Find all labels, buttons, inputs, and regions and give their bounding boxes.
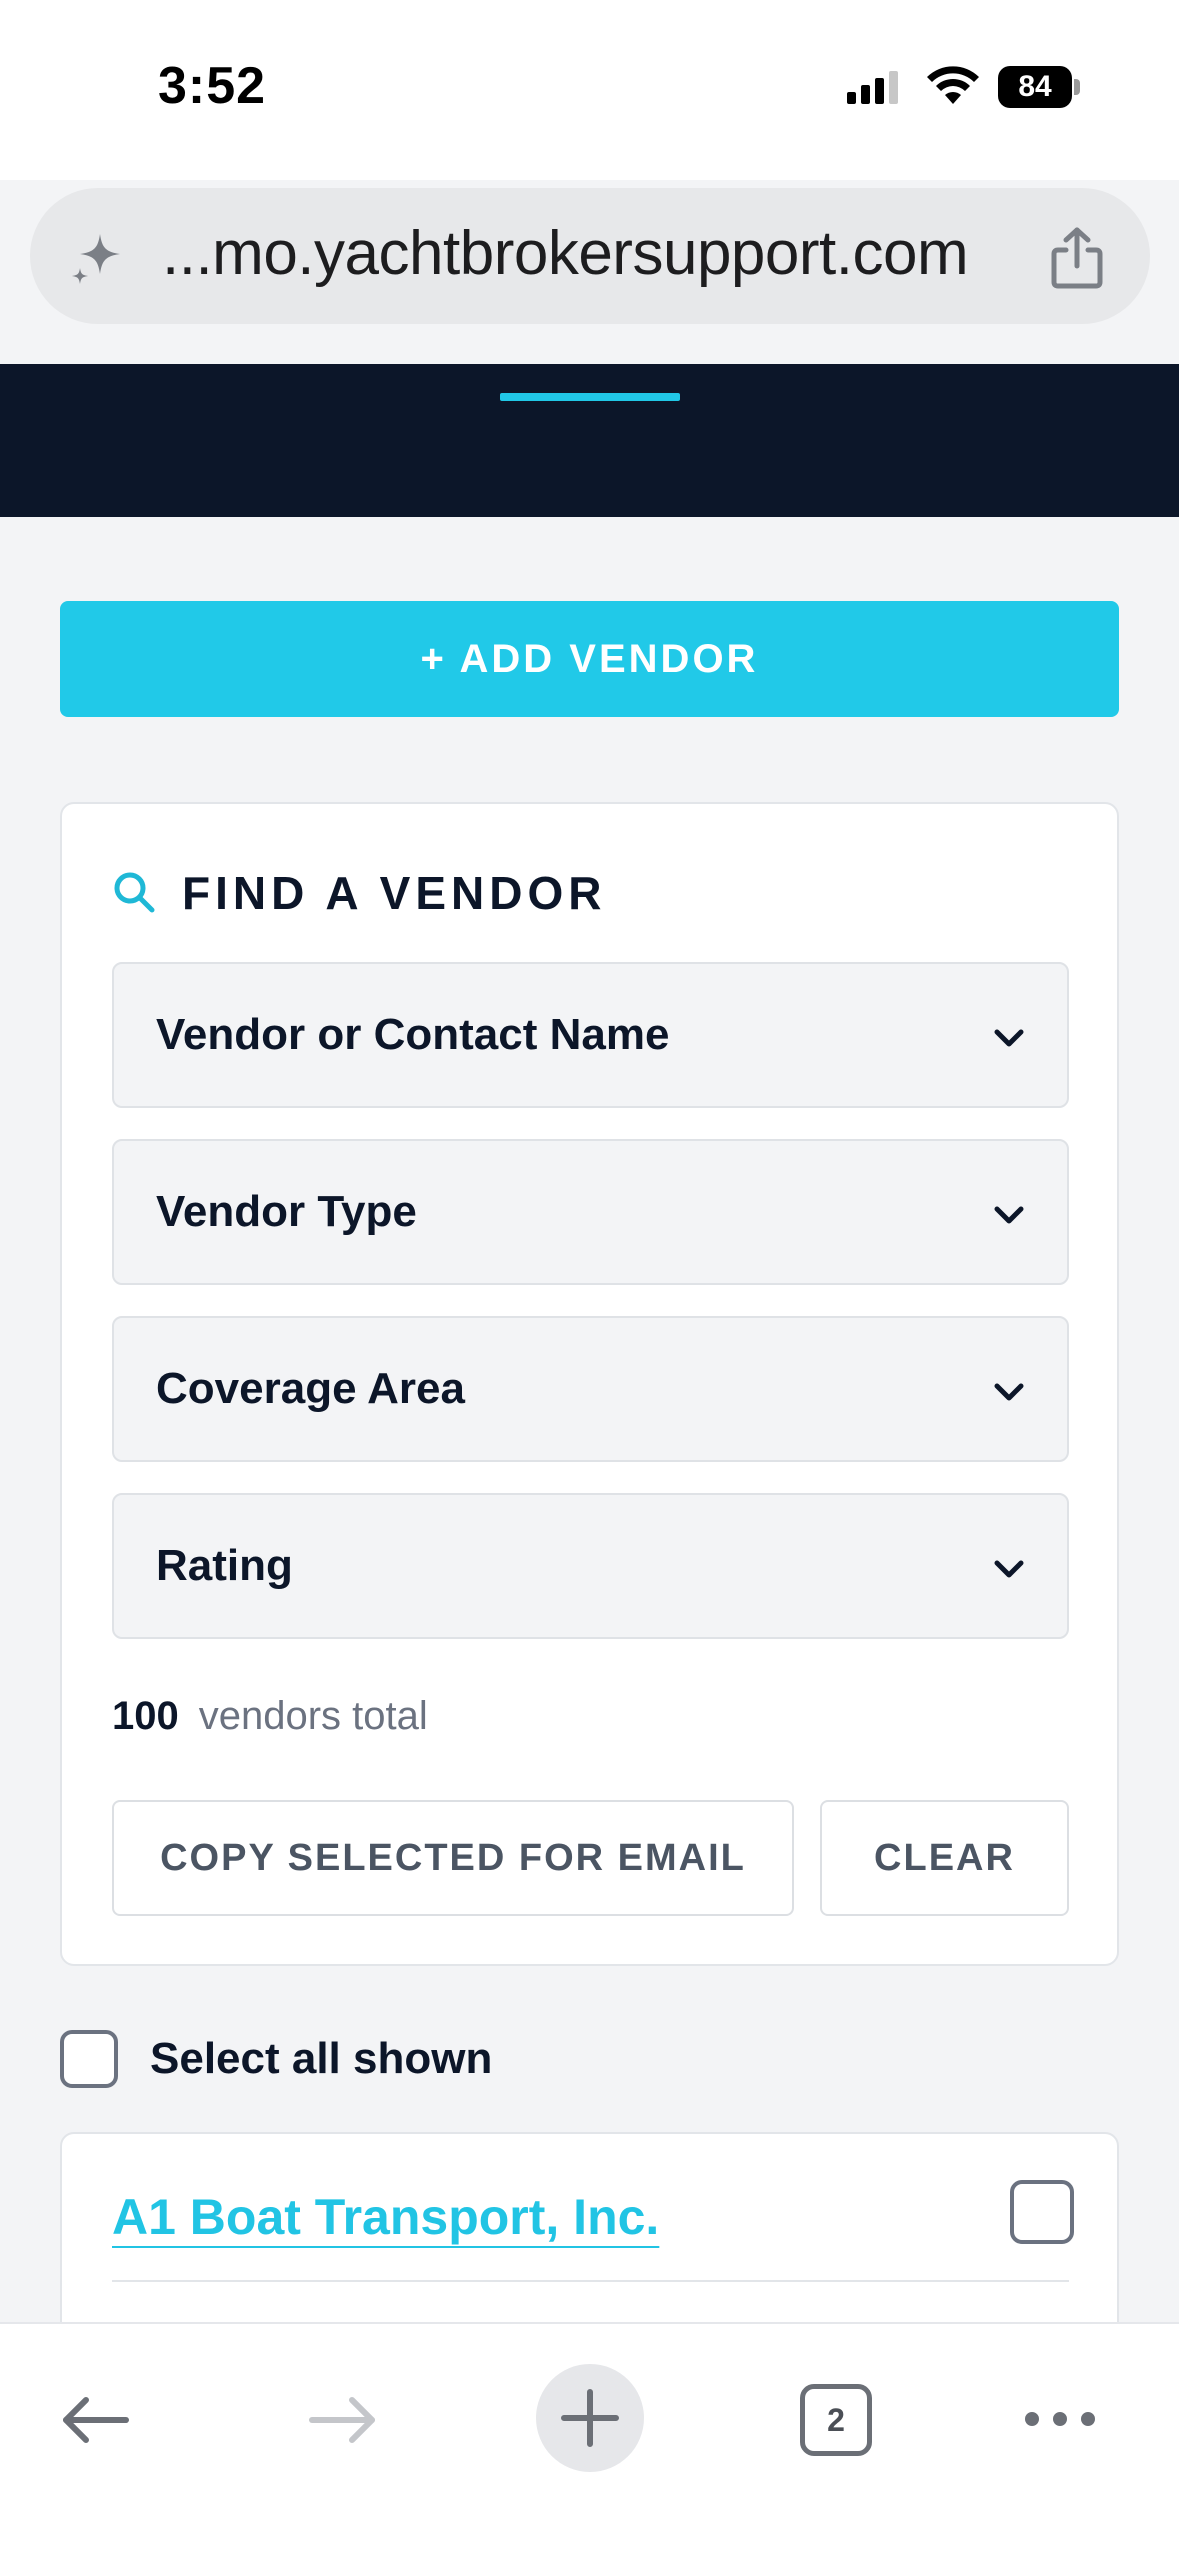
divider <box>112 2280 1069 2282</box>
rating-dropdown[interactable]: Rating <box>112 1493 1069 1639</box>
copy-selected-for-email-button[interactable]: COPY SELECTED FOR EMAIL <box>112 1800 794 1916</box>
select-all-checkbox[interactable] <box>60 2030 118 2088</box>
find-vendor-title: FIND A VENDOR <box>182 867 607 919</box>
coverage-area-dropdown[interactable]: Coverage Area <box>112 1316 1069 1462</box>
battery-level: 84 <box>998 66 1072 108</box>
search-icon <box>114 872 155 913</box>
more-options-icon[interactable] <box>1022 2394 1098 2444</box>
add-vendor-button[interactable]: + ADD VENDOR <box>60 601 1119 717</box>
vendor-count-number: 100 <box>112 1694 179 1738</box>
active-nav-indicator <box>500 393 680 401</box>
chevron-down-icon <box>994 1560 1024 1578</box>
share-icon[interactable] <box>1048 226 1106 290</box>
vendor-name-link[interactable]: A1 Boat Transport, Inc. <box>112 2188 659 2246</box>
sparkle-icon[interactable] <box>66 228 126 288</box>
status-time: 3:52 <box>158 57 267 115</box>
address-bar[interactable]: ...mo.yachtbrokersupport.com <box>30 188 1150 324</box>
chevron-down-icon <box>994 1029 1024 1047</box>
browser-toolbar: 2 <box>0 2322 1179 2556</box>
tabs-button[interactable]: 2 <box>800 2384 872 2456</box>
status-bar: 3:52 84 <box>0 0 1179 180</box>
cellular-signal-icon <box>847 71 898 104</box>
vendor-contact-name-dropdown[interactable]: Vendor or Contact Name <box>112 962 1069 1108</box>
select-all-label[interactable]: Select all shown <box>150 2034 492 2084</box>
chevron-down-icon <box>994 1206 1024 1224</box>
dropdown-label: Vendor or Contact Name <box>156 1010 670 1059</box>
forward-arrow-icon[interactable] <box>302 2388 382 2452</box>
back-arrow-icon[interactable] <box>56 2388 136 2452</box>
wifi-icon <box>927 66 979 104</box>
clear-button[interactable]: CLEAR <box>820 1800 1069 1916</box>
url-text[interactable]: ...mo.yachtbrokersupport.com <box>162 218 969 289</box>
dropdown-label: Coverage Area <box>156 1364 465 1413</box>
dropdown-label: Rating <box>156 1541 293 1590</box>
find-vendor-panel: FIND A VENDOR Vendor or Contact Name Ven… <box>60 802 1119 1966</box>
plus-icon <box>561 2389 619 2447</box>
new-tab-button[interactable] <box>536 2364 644 2472</box>
vendor-count-label: vendors total <box>198 1694 428 1738</box>
battery-icon: 84 <box>998 66 1080 108</box>
chevron-down-icon <box>994 1383 1024 1401</box>
dropdown-label: Vendor Type <box>156 1187 417 1236</box>
vendor-type-dropdown[interactable]: Vendor Type <box>112 1139 1069 1285</box>
vendor-count: 100 vendors total <box>112 1694 428 1739</box>
battery-tip <box>1074 79 1080 95</box>
vendor-select-checkbox[interactable] <box>1010 2180 1074 2244</box>
site-header <box>0 364 1179 517</box>
